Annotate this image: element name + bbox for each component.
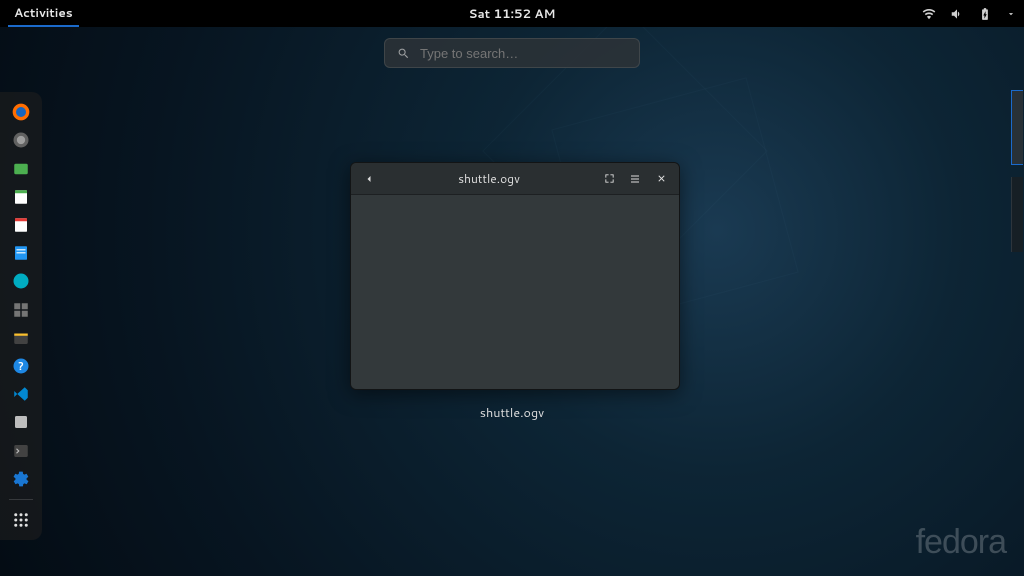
system-tray[interactable] bbox=[922, 7, 1016, 21]
window-titlebar[interactable]: shuttle.ogv bbox=[351, 163, 679, 195]
workspace-2[interactable] bbox=[1011, 177, 1023, 252]
dash-app-impress[interactable] bbox=[10, 215, 32, 235]
fullscreen-button[interactable] bbox=[599, 169, 619, 189]
dash-app-help[interactable]: ? bbox=[10, 356, 32, 376]
search-bar[interactable] bbox=[384, 38, 640, 68]
svg-text:?: ? bbox=[18, 359, 24, 374]
wifi-icon bbox=[922, 7, 936, 21]
search-input[interactable] bbox=[420, 46, 627, 61]
dash-separator bbox=[9, 499, 33, 500]
back-button[interactable] bbox=[359, 169, 379, 189]
dash-app-text-editor[interactable] bbox=[10, 243, 32, 263]
activities-button[interactable]: Activities bbox=[8, 0, 79, 27]
window-caption: shuttle.ogv bbox=[480, 404, 544, 422]
dash-app-settings[interactable] bbox=[10, 469, 32, 489]
show-applications-button[interactable] bbox=[10, 510, 32, 530]
close-button[interactable] bbox=[651, 169, 671, 189]
battery-icon bbox=[978, 7, 992, 21]
dash-app-boxes[interactable] bbox=[10, 299, 32, 319]
dash-app-files[interactable] bbox=[10, 158, 32, 178]
volume-icon bbox=[950, 7, 964, 21]
top-bar: Activities Sat 11:52 AM bbox=[0, 0, 1024, 27]
search-icon bbox=[397, 47, 410, 60]
video-viewport[interactable] bbox=[351, 195, 679, 389]
dash-app-writer[interactable] bbox=[10, 187, 32, 207]
menu-button[interactable] bbox=[625, 169, 645, 189]
dash: ? bbox=[0, 92, 42, 540]
distro-watermark: fedora bbox=[916, 523, 1006, 562]
dash-app-disks[interactable] bbox=[10, 412, 32, 432]
dash-app-software[interactable] bbox=[10, 271, 32, 291]
dash-app-mail[interactable] bbox=[10, 130, 32, 150]
clock[interactable]: Sat 11:52 AM bbox=[469, 5, 556, 22]
workspace-switcher[interactable] bbox=[1011, 90, 1024, 390]
dash-app-vscode[interactable] bbox=[10, 384, 32, 404]
workspace-1[interactable] bbox=[1011, 90, 1023, 165]
dash-app-terminal[interactable] bbox=[10, 440, 32, 460]
dash-app-firefox[interactable] bbox=[10, 102, 32, 122]
window-title: shuttle.ogv bbox=[379, 170, 599, 187]
chevron-down-icon bbox=[1006, 9, 1016, 19]
dash-app-archive[interactable] bbox=[10, 328, 32, 348]
video-player-window[interactable]: shuttle.ogv bbox=[350, 162, 680, 390]
